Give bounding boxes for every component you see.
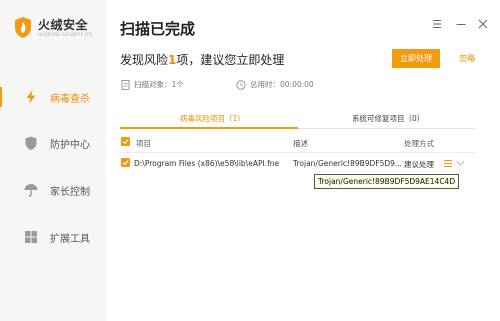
tab-active-indicator — [120, 127, 298, 129]
risk-summary-prefix: 发现风险 — [120, 53, 169, 67]
sidebar-item-label: 病毒查杀 — [50, 94, 90, 105]
column-header-action: 处理方式 — [404, 139, 434, 148]
risk-summary-suffix: 项，建议您立即处理 — [176, 53, 285, 67]
flame-shield-icon — [15, 17, 31, 38]
row-description: Trojan/Generic!89B9DF5D9... — [293, 159, 401, 168]
row-item-path: D:\Program Files (x86)\e58\lib\eAPI.fne — [134, 159, 280, 168]
check-icon — [122, 160, 129, 166]
sidebar-item-label: 家长控制 — [50, 187, 90, 198]
lightning-icon — [26, 90, 36, 104]
sidebar-item-extensions[interactable]: 扩展工具 — [0, 222, 106, 252]
elapsed-time-text: 总用时：00:00:00 — [250, 80, 314, 89]
list-icon[interactable] — [443, 159, 453, 168]
sidebar: 火绒安全 HUORONG SECURITY LTD 病毒查杀 防护中心 家长控制… — [0, 0, 106, 321]
sidebar-item-label: 扩展工具 — [50, 234, 90, 245]
app-name: 火绒安全 — [38, 18, 89, 32]
scan-objects-info: 扫描对象：1个 — [121, 79, 184, 90]
ignore-link[interactable]: 忽略 — [459, 53, 475, 64]
tab-virus-risks[interactable]: 病毒风险项目（1） — [180, 113, 245, 124]
risk-summary: 发现风险1项，建议您立即处理 — [120, 51, 284, 68]
select-all-checkbox[interactable] — [121, 137, 130, 146]
document-icon — [121, 79, 130, 90]
elapsed-time-info: 总用时：00:00:00 — [236, 79, 314, 90]
chevron-down-icon[interactable] — [456, 160, 465, 167]
umbrella-icon — [24, 184, 38, 197]
sidebar-item-label: 防护中心 — [50, 140, 90, 151]
table-header-divider — [120, 152, 476, 153]
minimize-icon[interactable] — [455, 18, 467, 30]
sidebar-item-protection[interactable]: 防护中心 — [0, 128, 106, 158]
column-header-description: 描述 — [293, 139, 308, 148]
handle-now-button[interactable]: 立即处理 — [392, 49, 440, 68]
column-header-item: 项目 — [136, 139, 151, 148]
scan-objects-text: 扫描对象：1个 — [134, 80, 184, 89]
shield-icon — [25, 136, 37, 150]
grid-icon — [25, 231, 37, 243]
app-logo: 火绒安全 HUORONG SECURITY LTD — [13, 16, 92, 39]
row-action-select[interactable]: 建议处理 — [404, 159, 434, 170]
app-subtitle: HUORONG SECURITY LTD — [38, 32, 93, 37]
menu-icon[interactable] — [431, 18, 443, 30]
close-icon[interactable] — [477, 18, 489, 30]
sidebar-item-virus-scan[interactable]: 病毒查杀 — [0, 82, 106, 112]
tab-system-fixes[interactable]: 系统可修复项目（0） — [352, 113, 424, 124]
clock-icon — [236, 79, 246, 90]
description-tooltip: Trojan/Generic!89B9DF5D9AE14C4D — [314, 174, 460, 189]
sidebar-item-parental-control[interactable]: 家长控制 — [0, 175, 106, 205]
row-checkbox[interactable] — [121, 158, 130, 167]
page-title: 扫描已完成 — [120, 20, 196, 38]
check-icon — [122, 139, 129, 145]
